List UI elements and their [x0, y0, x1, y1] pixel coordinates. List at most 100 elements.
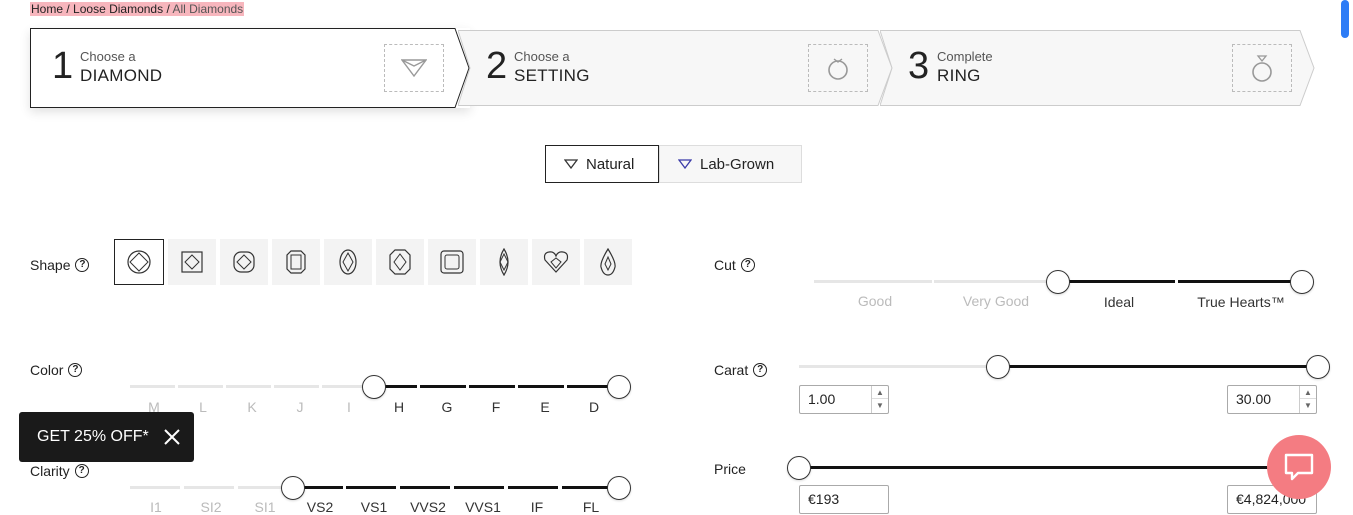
breadcrumb-loose-diamonds[interactable]: Loose Diamonds — [73, 2, 163, 16]
shape-options — [114, 239, 632, 285]
step-choose-diamond[interactable]: 1 Choose a DIAMOND — [30, 28, 470, 108]
shape-pear-button[interactable] — [584, 239, 632, 285]
cut-tick[interactable]: Very Good — [956, 293, 1036, 309]
clarity-tick[interactable]: IF — [507, 499, 567, 515]
step-complete-ring[interactable]: 3 Complete RING — [880, 28, 1316, 108]
shape-radiant-button[interactable] — [428, 239, 476, 285]
step-title: RING — [937, 66, 981, 85]
shape-asscher-button[interactable] — [376, 239, 424, 285]
color-max-handle[interactable] — [607, 375, 631, 399]
price-min-value: €193 — [808, 491, 840, 507]
lab-grown-toggle-button[interactable]: Lab-Grown — [659, 145, 802, 183]
clarity-tick[interactable]: VS2 — [290, 499, 350, 515]
breadcrumb-sep: / — [66, 2, 70, 16]
clarity-tick[interactable]: SI2 — [181, 499, 241, 515]
help-icon[interactable]: ? — [68, 363, 83, 377]
diamond-icon — [384, 44, 444, 92]
shape-marquise-button[interactable] — [480, 239, 528, 285]
carat-max-input[interactable]: 30.00 ▲ ▼ — [1227, 385, 1317, 414]
step-number: 1 — [52, 45, 74, 87]
clarity-tick[interactable]: FL — [561, 499, 621, 515]
carat-max-value: 30.00 — [1236, 391, 1272, 407]
color-tick[interactable]: D — [564, 399, 624, 415]
clarity-tick[interactable]: VVS2 — [398, 499, 458, 515]
natural-toggle-button[interactable]: Natural — [545, 145, 659, 183]
color-label: Color — [30, 362, 64, 378]
cut-tick[interactable]: Good — [845, 293, 905, 309]
breadcrumb-current: All Diamonds — [172, 2, 244, 16]
chat-icon — [1284, 453, 1314, 481]
natural-label: Natural — [586, 155, 635, 173]
clarity-max-handle[interactable] — [607, 476, 631, 500]
shape-cushion-button[interactable] — [220, 239, 268, 285]
carat-min-stepper[interactable]: ▲ ▼ — [871, 386, 888, 413]
clarity-label: Clarity — [30, 463, 70, 479]
build-ring-steps: 1 Choose a DIAMOND 2 Choose a SETTING 3 … — [30, 28, 1320, 108]
carat-min-input[interactable]: 1.00 ▲ ▼ — [799, 385, 889, 414]
price-track-active — [799, 466, 1319, 469]
carat-track-inactive — [799, 365, 999, 368]
cut-track-segment — [934, 280, 1052, 283]
carat-label: Carat — [714, 362, 749, 378]
carat-min-value: 1.00 — [808, 391, 836, 407]
carat-max-handle[interactable] — [1306, 355, 1330, 379]
ring-setting-icon — [808, 44, 868, 92]
clarity-track-segment — [400, 486, 450, 489]
clarity-min-handle[interactable] — [281, 476, 305, 500]
cut-track-segment — [814, 280, 932, 283]
radiant-icon — [440, 250, 464, 274]
shape-label: Shape — [30, 257, 71, 273]
color-track-segment — [274, 385, 319, 388]
carat-min-handle[interactable] — [986, 355, 1010, 379]
heart-icon — [543, 251, 569, 273]
cut-tick[interactable]: Ideal — [1089, 294, 1149, 310]
step-title: DIAMOND — [80, 66, 163, 85]
chevron-up-icon[interactable]: ▲ — [872, 386, 888, 399]
shape-heart-button[interactable] — [532, 239, 580, 285]
clarity-tick[interactable]: VVS1 — [453, 499, 513, 515]
chat-button[interactable] — [1267, 435, 1331, 499]
clarity-tick[interactable]: VS1 — [344, 499, 404, 515]
shape-oval-button[interactable] — [324, 239, 372, 285]
chevron-up-icon[interactable]: ▲ — [1300, 386, 1316, 399]
step-title: SETTING — [514, 66, 590, 85]
clarity-track-segment — [508, 486, 558, 489]
breadcrumb-sep: / — [166, 2, 170, 16]
help-icon[interactable]: ? — [74, 464, 89, 478]
cut-label: Cut — [714, 257, 736, 273]
price-filter-label: Price — [714, 461, 746, 477]
shape-princess-button[interactable] — [168, 239, 216, 285]
help-icon[interactable]: ? — [753, 363, 768, 377]
shape-round-button[interactable] — [114, 239, 164, 285]
clarity-track-segment — [184, 486, 234, 489]
promo-text: GET 25% OFF* — [37, 428, 149, 445]
cut-max-handle[interactable] — [1290, 270, 1314, 294]
color-track-segment — [178, 385, 223, 388]
chevron-down-icon[interactable]: ▼ — [872, 399, 888, 412]
clarity-track-segment — [130, 486, 180, 489]
cut-min-handle[interactable] — [1046, 270, 1070, 294]
clarity-track-segment — [454, 486, 504, 489]
price-min-handle[interactable] — [787, 456, 811, 480]
emerald-icon — [286, 250, 306, 274]
step-number: 2 — [486, 45, 508, 87]
clarity-track-segment — [346, 486, 396, 489]
shape-emerald-button[interactable] — [272, 239, 320, 285]
cut-tick[interactable]: True Hearts™ — [1186, 294, 1296, 310]
discount-promo-banner[interactable]: GET 25% OFF* — [19, 412, 194, 462]
clarity-tick[interactable]: SI1 — [235, 499, 295, 515]
carat-max-stepper[interactable]: ▲ ▼ — [1299, 386, 1316, 413]
chevron-down-icon[interactable]: ▼ — [1300, 399, 1316, 412]
color-track-segment — [518, 385, 564, 388]
page-scrollbar[interactable] — [1341, 0, 1349, 38]
close-icon[interactable] — [162, 427, 182, 452]
breadcrumb-home[interactable]: Home — [31, 2, 63, 16]
clarity-tick[interactable]: I1 — [126, 499, 186, 515]
clarity-filter-label: Clarity ? — [30, 463, 89, 479]
help-icon[interactable]: ? — [740, 258, 755, 272]
help-icon[interactable]: ? — [75, 258, 90, 272]
color-min-handle[interactable] — [362, 375, 386, 399]
price-min-input[interactable]: €193 — [799, 485, 889, 514]
step-choose-setting[interactable]: 2 Choose a SETTING — [458, 28, 894, 108]
carat-filter-label: Carat ? — [714, 362, 768, 378]
